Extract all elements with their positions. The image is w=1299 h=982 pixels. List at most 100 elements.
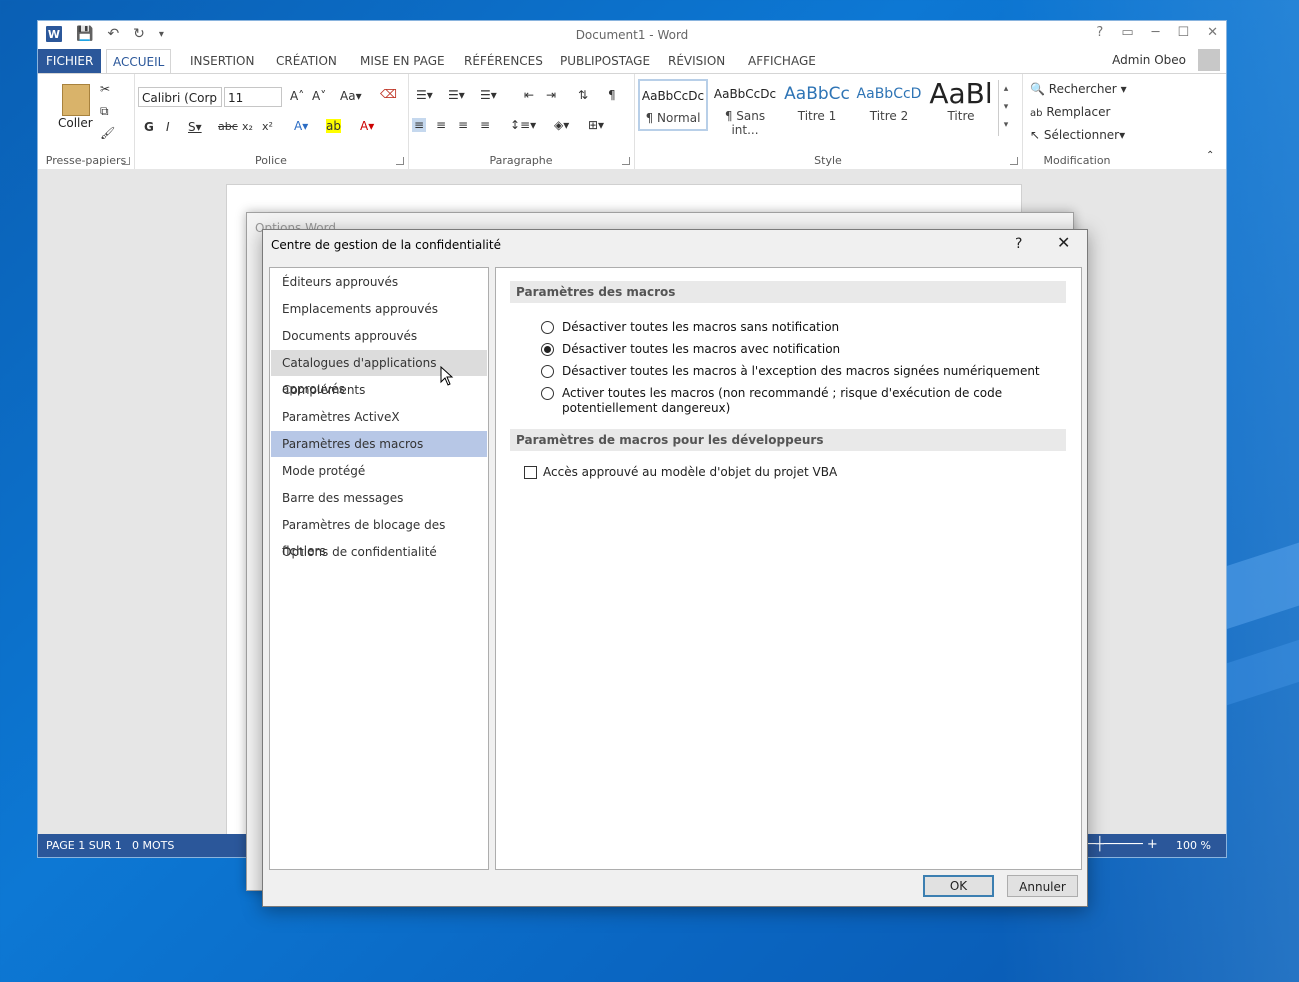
grow-font-icon[interactable]: A˄ [290,89,304,103]
bold-icon[interactable]: G [144,120,154,134]
styles-scroll[interactable]: ▴ ▾ ▾ [998,80,1013,136]
strikethrough-icon[interactable]: abc [218,120,238,133]
tab-design[interactable]: CRÉATION [270,49,343,73]
close-icon[interactable]: ✕ [1057,233,1070,252]
cancel-button[interactable]: Annuler [1007,875,1078,897]
close-icon[interactable]: ✕ [1207,25,1218,40]
minimize-icon[interactable]: ─ [1152,25,1160,40]
find-button[interactable]: 🔍 Rechercher ▾ [1030,82,1127,96]
zoom-level[interactable]: 100 % [1176,839,1211,852]
highlight-icon[interactable]: ab [326,119,341,133]
style-heading-2[interactable]: AaBbCcD Titre 2 [854,79,924,131]
tab-review[interactable]: RÉVISION [662,49,731,73]
align-right-icon[interactable]: ≡ [458,118,468,132]
multilevel-list-icon[interactable]: ☰▾ [480,88,497,102]
tab-references[interactable]: RÉFÉRENCES [458,49,549,73]
shading-icon[interactable]: ◈▾ [554,118,569,132]
user-name[interactable]: Admin Obeo [1112,53,1186,67]
format-painter-icon[interactable]: 🖌 [100,126,115,140]
radio-button[interactable] [541,321,554,334]
macro-option-disable-except-signed[interactable]: Désactiver toutes les macros à l'excepti… [541,364,1062,379]
increase-indent-icon[interactable]: ⇥ [546,88,556,102]
nav-macro-settings[interactable]: Paramètres des macros [271,431,487,457]
radio-button[interactable] [541,387,554,400]
numbering-icon[interactable]: ☰▾ [448,88,465,102]
style-title[interactable]: AaBl Titre [926,79,996,131]
nav-activex-settings[interactable]: Paramètres ActiveX [271,404,487,430]
replace-button[interactable]: ab Remplacer [1030,105,1110,119]
text-effects-icon[interactable]: A▾ [294,119,308,133]
page-count[interactable]: PAGE 1 SUR 1 [46,839,122,852]
paste-button[interactable]: Coller [58,116,93,130]
align-left-icon[interactable]: ≡ [412,118,427,132]
avatar[interactable] [1198,49,1220,71]
help-button[interactable]: ? [1015,236,1022,252]
paragraph-launcher-icon[interactable] [622,157,630,165]
bullets-icon[interactable]: ☰▾ [416,88,433,102]
font-color-icon[interactable]: A▾ [360,119,374,133]
nav-add-ins[interactable]: Compléments [271,377,487,403]
nav-trusted-documents[interactable]: Documents approuvés [271,323,487,349]
macro-option-disable-notify[interactable]: Désactiver toutes les macros avec notifi… [541,342,1062,357]
style-normal[interactable]: AaBbCcDc ¶ Normal [638,79,708,131]
copy-icon[interactable]: ⧉ [100,104,109,119]
clipboard-launcher-icon[interactable] [122,157,130,165]
ribbon-tabs: FICHIER ACCUEIL INSERTION CRÉATION MISE … [38,49,1226,74]
subscript-icon[interactable]: x₂ [242,120,253,133]
shrink-font-icon[interactable]: A˅ [312,89,326,103]
radio-label: Désactiver toutes les macros à l'excepti… [562,364,1040,378]
nav-trusted-publishers[interactable]: Éditeurs approuvés [271,269,487,295]
paragraph-group-label: Paragraphe [489,154,553,167]
ribbon-display-icon[interactable]: ▭ [1121,25,1133,40]
help-icon[interactable]: ? [1096,25,1103,40]
font-size-combo[interactable]: 11 [224,87,282,107]
style-name: ¶ Sans int... [724,109,766,137]
zoom-slider[interactable]: ─┼───── + [1088,837,1158,852]
tab-view[interactable]: AFFICHAGE [742,49,822,73]
macro-option-enable-all[interactable]: Activer toutes les macros (non recommand… [541,386,1062,416]
tab-file[interactable]: FICHIER [38,49,102,73]
radio-button-selected[interactable] [541,343,554,356]
show-marks-icon[interactable]: ¶ [608,88,616,102]
align-center-icon[interactable]: ≡ [436,118,446,132]
cut-icon[interactable]: ✂ [100,82,110,96]
maximize-icon[interactable]: ☐ [1177,25,1189,40]
decrease-indent-icon[interactable]: ⇤ [524,88,534,102]
style-heading-1[interactable]: AaBbCc Titre 1 [782,79,852,131]
style-no-spacing[interactable]: AaBbCcDc ¶ Sans int... [710,79,780,137]
word-count[interactable]: 0 MOTS [132,839,174,852]
nav-privacy-options[interactable]: Options de confidentialité [271,539,487,565]
styles-launcher-icon[interactable] [1010,157,1018,165]
tab-insert[interactable]: INSERTION [184,49,260,73]
select-button[interactable]: ↖ Sélectionner▾ [1030,128,1125,142]
replace-icon: ab [1030,108,1043,119]
justify-icon[interactable]: ≡ [480,118,490,132]
clear-format-icon[interactable]: ⌫ [380,87,397,101]
vba-access-option[interactable]: Accès approuvé au modèle d'objet du proj… [524,465,1064,479]
editing-group: 🔍 Rechercher ▾ ab Remplacer ↖ Sélectionn… [1022,74,1132,169]
superscript-icon[interactable]: x² [262,120,273,133]
nav-trusted-app-catalogs[interactable]: Catalogues d'applications approuvés [271,350,487,396]
nav-trusted-locations[interactable]: Emplacements approuvés [271,296,487,322]
vba-access-checkbox[interactable] [524,466,537,479]
collapse-ribbon-icon[interactable]: ⌃ [1206,150,1214,161]
font-name-combo[interactable]: Calibri (Corp [138,87,222,107]
tab-mailings[interactable]: PUBLIPOSTAGE [554,49,656,73]
ok-button[interactable]: OK [923,875,994,897]
nav-protected-view[interactable]: Mode protégé [271,458,487,484]
tab-layout[interactable]: MISE EN PAGE [354,49,451,73]
macro-option-disable-no-notify[interactable]: Désactiver toutes les macros sans notifi… [541,320,1062,335]
macro-settings-heading: Paramètres des macros [510,281,1066,303]
font-launcher-icon[interactable] [396,157,404,165]
line-spacing-icon[interactable]: ↕≡▾ [510,118,536,132]
italic-icon[interactable]: I [166,120,170,134]
nav-file-block-settings[interactable]: Paramètres de blocage des fichiers [271,512,487,558]
borders-icon[interactable]: ⊞▾ [588,118,604,132]
nav-message-bar[interactable]: Barre des messages [271,485,487,511]
tab-home[interactable]: ACCUEIL [106,49,172,74]
underline-icon[interactable]: S▾ [188,120,202,134]
change-case-icon[interactable]: Aa▾ [340,89,362,103]
radio-button[interactable] [541,365,554,378]
paste-icon[interactable] [62,84,90,116]
sort-icon[interactable]: ⇅ [578,88,588,102]
